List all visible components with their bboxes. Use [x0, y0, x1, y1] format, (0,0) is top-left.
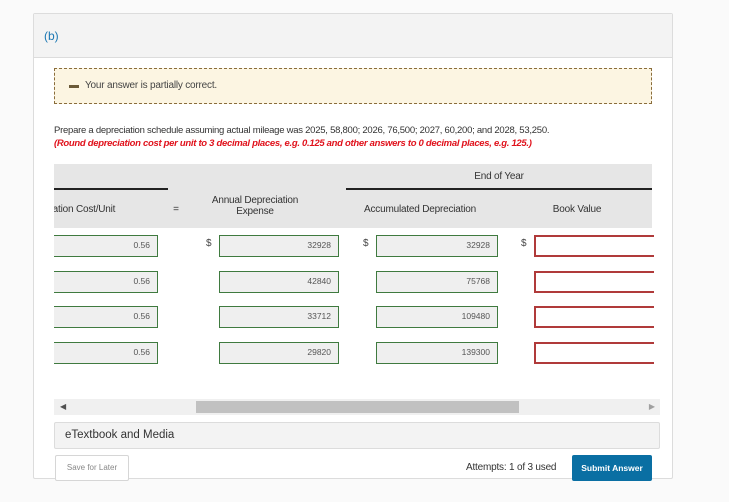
- attempts-text: Attempts: 1 of 3 used: [466, 462, 557, 473]
- scroll-thumb[interactable]: [196, 401, 519, 413]
- minus-icon: [69, 85, 79, 88]
- book-value-input[interactable]: [534, 306, 654, 328]
- header-book-value: Book Value: [552, 204, 602, 215]
- header-annual-expense: Annual Depreciation Expense: [211, 195, 299, 217]
- table-header: End of Year preciation Cost/Unit = Annua…: [54, 164, 652, 228]
- save-for-later-button[interactable]: Save for Later: [55, 455, 129, 481]
- header-end-of-year: End of Year: [474, 171, 524, 182]
- depreciation-table: End of Year preciation Cost/Unit = Annua…: [54, 164, 654, 384]
- currency-symbol: $: [521, 238, 527, 249]
- scroll-right-icon[interactable]: ▶: [649, 402, 655, 411]
- currency-symbol: $: [206, 238, 212, 249]
- part-label: (b): [44, 29, 59, 43]
- submit-answer-button[interactable]: Submit Answer: [572, 455, 652, 481]
- book-value-input[interactable]: [534, 342, 654, 364]
- annual-expense-field[interactable]: 33712: [219, 306, 339, 328]
- accumulated-depreciation-field[interactable]: 75768: [376, 271, 498, 293]
- feedback-banner: Your answer is partially correct.: [54, 68, 652, 104]
- etextbook-label: eTextbook and Media: [65, 429, 175, 441]
- horizontal-scrollbar[interactable]: ◀ ▶: [54, 399, 660, 415]
- question-card: (b) Your answer is partially correct. Pr…: [33, 13, 673, 481]
- header-equals: =: [173, 204, 179, 215]
- annual-expense-field[interactable]: 29820: [219, 342, 339, 364]
- cost-per-unit-field[interactable]: 0.56: [54, 235, 158, 257]
- book-value-input[interactable]: [534, 235, 654, 257]
- header-accumulated: Accumulated Depreciation: [364, 204, 476, 215]
- annual-expense-field[interactable]: 32928: [219, 235, 339, 257]
- header-rule: [346, 188, 652, 190]
- instructions-text: Prepare a depreciation schedule assuming…: [54, 125, 550, 136]
- header-rule: [54, 188, 168, 190]
- rounding-note: (Round depreciation cost per unit to 3 d…: [54, 138, 532, 149]
- header-cost-per-unit: preciation Cost/Unit: [54, 204, 116, 215]
- accumulated-depreciation-field[interactable]: 139300: [376, 342, 498, 364]
- feedback-message: Your answer is partially correct.: [85, 80, 217, 91]
- etextbook-media-panel[interactable]: eTextbook and Media: [54, 422, 660, 449]
- book-value-input[interactable]: [534, 271, 654, 293]
- cost-per-unit-field[interactable]: 0.56: [54, 271, 158, 293]
- accumulated-depreciation-field[interactable]: 32928: [376, 235, 498, 257]
- cost-per-unit-field[interactable]: 0.56: [54, 342, 158, 364]
- cost-per-unit-field[interactable]: 0.56: [54, 306, 158, 328]
- currency-symbol: $: [363, 238, 369, 249]
- part-header: (b): [34, 14, 672, 58]
- scroll-left-icon[interactable]: ◀: [60, 402, 66, 411]
- annual-expense-field[interactable]: 42840: [219, 271, 339, 293]
- accumulated-depreciation-field[interactable]: 109480: [376, 306, 498, 328]
